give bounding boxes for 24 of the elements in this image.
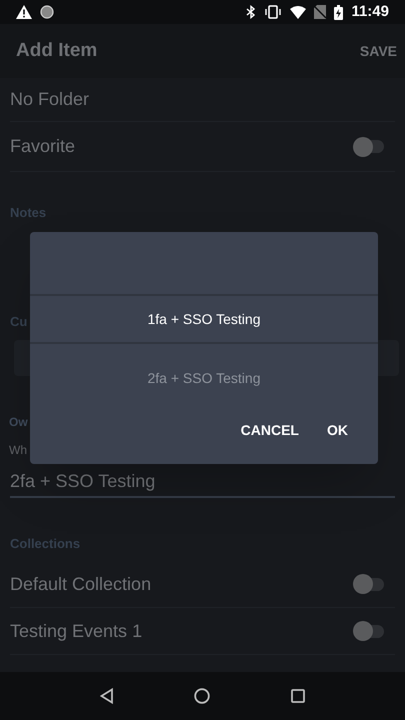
warning-icon xyxy=(16,5,32,19)
circle-icon xyxy=(40,5,54,19)
folder-value[interactable]: No Folder xyxy=(10,86,90,113)
collection-label: Default Collection xyxy=(10,572,152,596)
screen-title: Add Item xyxy=(16,38,98,63)
dialog-button[interactable]: CANCEL xyxy=(232,414,307,447)
collection-label: Testing Events 1 xyxy=(10,620,142,643)
dialog-option[interactable]: 1fa + SSO Testing xyxy=(30,296,378,344)
dialog-button[interactable]: OK xyxy=(319,414,356,447)
save-button[interactable]: SAVE xyxy=(360,40,397,62)
bluetooth-icon xyxy=(246,5,256,19)
section-header: Ow xyxy=(9,414,28,431)
vibrate-icon xyxy=(264,5,282,19)
recents-icon[interactable] xyxy=(290,689,305,703)
home-icon[interactable] xyxy=(194,688,210,704)
favorite-label: Favorite xyxy=(10,135,76,158)
owner-select-field[interactable]: 2fa + SSO Testing xyxy=(10,466,395,498)
clock-time: 11:49 xyxy=(351,2,389,22)
battery-charging-icon xyxy=(334,4,344,20)
field-label: Wh xyxy=(9,442,27,459)
back-icon[interactable] xyxy=(100,688,114,704)
wifi-icon xyxy=(290,6,306,18)
dialog-option[interactable]: 2fa + SSO Testing xyxy=(30,344,378,412)
no-sim-icon xyxy=(314,5,326,19)
